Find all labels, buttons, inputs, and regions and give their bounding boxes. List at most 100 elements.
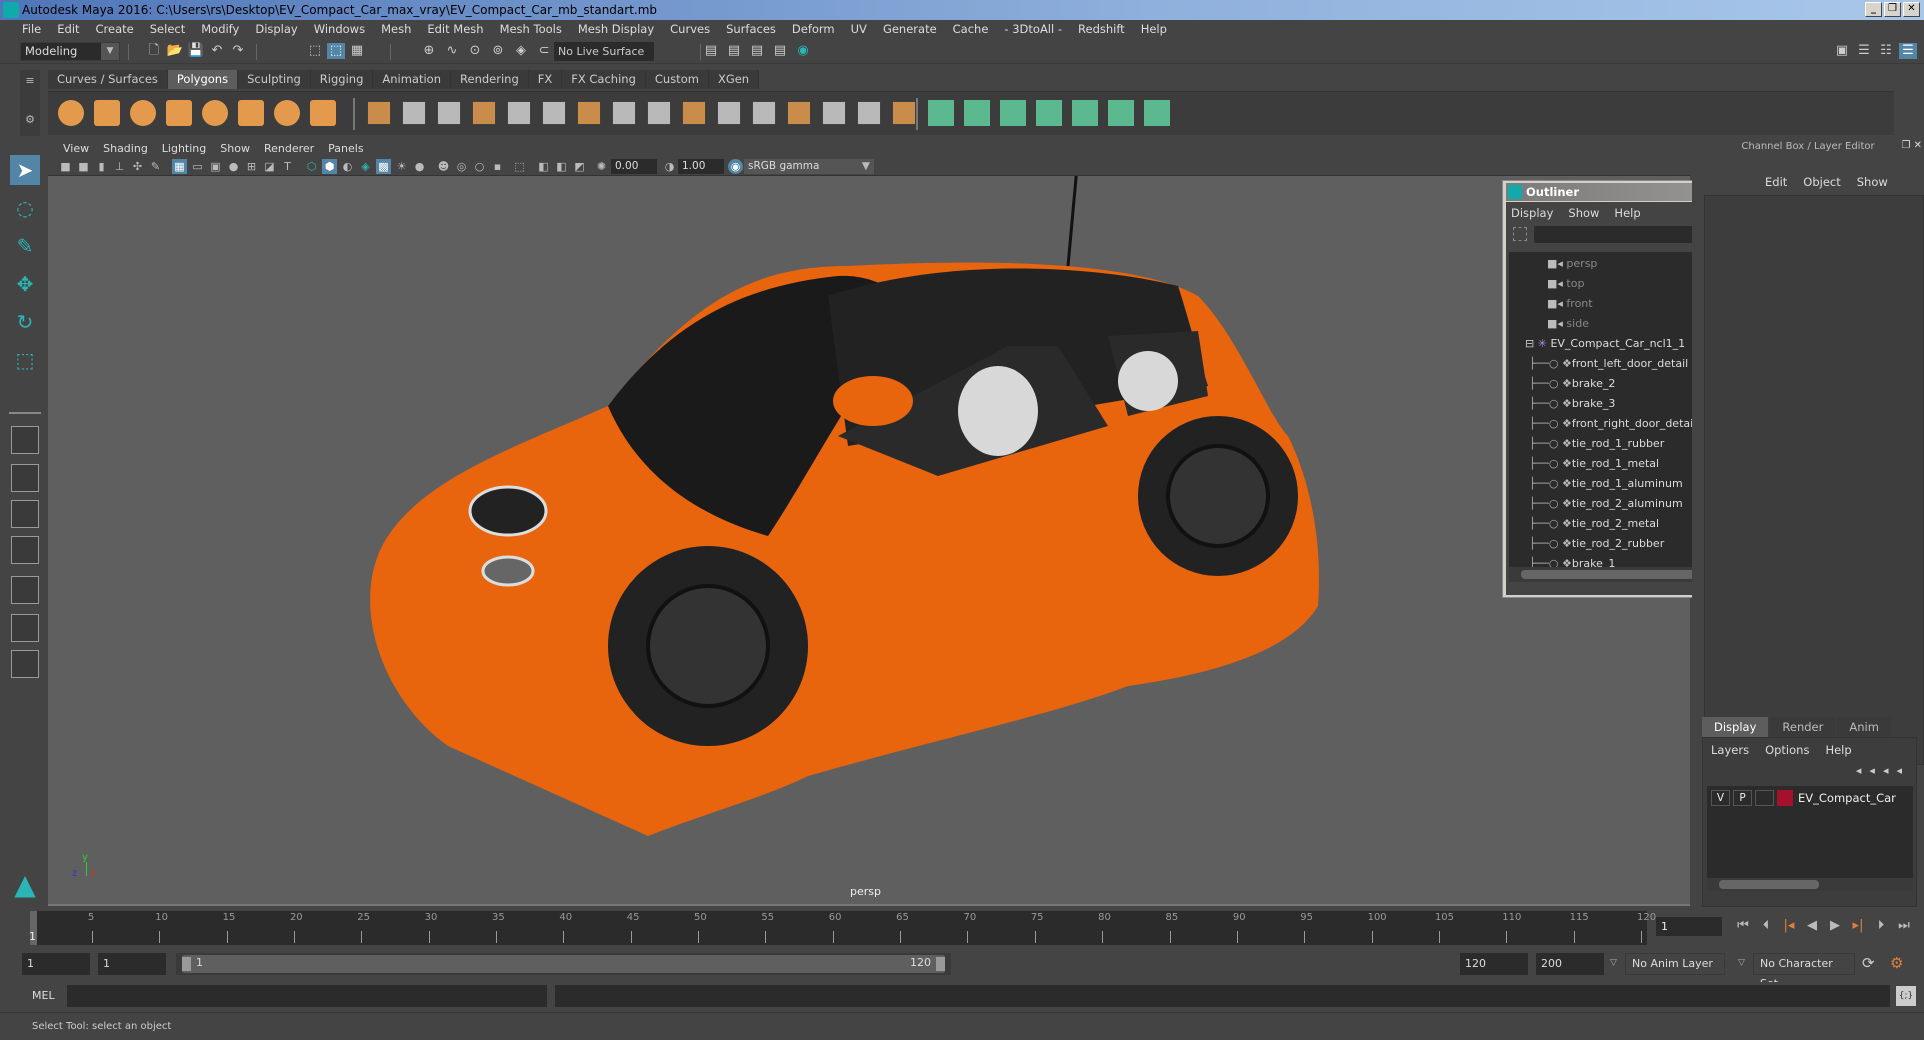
scale-tool-icon[interactable]: ⬚ bbox=[10, 345, 40, 375]
layer-menu-options[interactable]: Options bbox=[1765, 743, 1825, 757]
view-transform-dropdown[interactable]: sRGB gamma ▼ bbox=[744, 159, 874, 174]
open-scene-icon[interactable]: 📂 bbox=[166, 43, 184, 59]
current-frame-field[interactable]: 1 bbox=[1656, 917, 1722, 936]
script-editor-icon[interactable]: {;} bbox=[1896, 986, 1916, 1006]
snap-view-icon[interactable]: ⊚ bbox=[489, 43, 507, 59]
float-close-icons[interactable]: ❐ ✕ bbox=[1901, 140, 1922, 151]
menu-edit[interactable]: Edit bbox=[49, 20, 87, 38]
gate-mask-icon[interactable]: ● bbox=[226, 159, 241, 174]
camera-attributes-icon[interactable]: ■ bbox=[76, 159, 91, 174]
poly-cone-icon[interactable] bbox=[166, 100, 192, 126]
time-slider-track[interactable]: 1 5 10 15 20 25 30 35 40 45 50 55 60 65 70 75 80 85 90 95 1… bbox=[29, 911, 1656, 945]
automatic-mapping-icon[interactable] bbox=[1036, 100, 1062, 126]
shelf-options[interactable]: ≡ ⚙ bbox=[20, 70, 40, 136]
poly-cube-icon[interactable] bbox=[94, 100, 120, 126]
animation-preferences-icon[interactable]: ⚙ bbox=[1890, 954, 1903, 972]
new-scene-icon[interactable]: 🗋 bbox=[145, 43, 163, 59]
snap-curve-icon[interactable]: ∿ bbox=[443, 43, 461, 59]
shelf-menu-icon[interactable]: ≡ bbox=[20, 74, 40, 87]
bevel-icon[interactable] bbox=[507, 101, 531, 125]
panel-menu-panels[interactable]: Panels bbox=[321, 142, 370, 155]
range-end-handle[interactable] bbox=[936, 957, 945, 971]
range-slider-handle-bar[interactable]: 1 120 bbox=[182, 955, 945, 973]
go-to-end-button[interactable]: ⏭ bbox=[1895, 917, 1913, 935]
outliner-item[interactable]: ■◂ front bbox=[1547, 294, 1593, 314]
menu-deform[interactable]: Deform bbox=[784, 20, 843, 38]
2d-pan-zoom-icon[interactable]: ✣ bbox=[130, 159, 145, 174]
snap-grid-icon[interactable]: ⊕ bbox=[420, 43, 438, 59]
menu-uv[interactable]: UV bbox=[843, 20, 875, 38]
playback-end-field[interactable]: 120 bbox=[1460, 953, 1528, 975]
xray-icon[interactable]: ◈ bbox=[358, 159, 373, 174]
safe-title-icon[interactable]: T bbox=[280, 159, 295, 174]
shelf-tab-fx-caching[interactable]: FX Caching bbox=[562, 70, 646, 89]
layer-menu-layers[interactable]: Layers bbox=[1711, 743, 1765, 757]
backface-culling-icon[interactable]: ◩ bbox=[572, 159, 587, 174]
shelf-tab-rigging[interactable]: Rigging bbox=[310, 70, 374, 89]
extrude-icon[interactable] bbox=[542, 101, 566, 125]
live-magnet-icon[interactable]: ⊂ bbox=[535, 43, 553, 59]
layer-display-type-toggle[interactable] bbox=[1755, 790, 1774, 806]
menu-3dtoall[interactable]: - 3DtoAll - bbox=[996, 20, 1070, 38]
outliner-item[interactable]: ├──○ ❖tie_rod_1_rubber bbox=[1529, 434, 1664, 454]
outliner-item[interactable]: ├──○ ❖brake_2 bbox=[1529, 374, 1615, 394]
outliner-item[interactable]: ├──○ ❖front_left_door_detail bbox=[1529, 354, 1688, 374]
menu-file[interactable]: File bbox=[14, 20, 49, 38]
channel-box-menu-edit[interactable]: Edit bbox=[1757, 175, 1795, 193]
menu-mesh-display[interactable]: Mesh Display bbox=[570, 20, 662, 38]
motion-blur-icon[interactable]: ◎ bbox=[454, 159, 469, 174]
range-slider-bar[interactable]: 1 120 bbox=[176, 953, 951, 975]
menu-edit-mesh[interactable]: Edit Mesh bbox=[419, 20, 491, 38]
depth-of-field-icon[interactable]: ▪ bbox=[490, 159, 505, 174]
exposure-icon[interactable]: ✺ bbox=[594, 159, 609, 174]
extract-icon[interactable] bbox=[682, 101, 706, 125]
smooth-shade-icon[interactable]: ⬢ bbox=[322, 159, 337, 174]
layer-visibility-toggle[interactable]: V bbox=[1711, 790, 1730, 806]
mel-label[interactable]: MEL bbox=[32, 989, 55, 1002]
xray-active-icon[interactable]: ◧ bbox=[554, 159, 569, 174]
persp-outliner-layout-icon[interactable] bbox=[11, 500, 39, 528]
channel-box-menu-show[interactable]: Show bbox=[1849, 175, 1896, 193]
gamma-icon[interactable]: ◑ bbox=[662, 159, 677, 174]
character-set-dropdown[interactable]: No Character Set bbox=[1753, 953, 1855, 990]
shelf-tab-sculpting[interactable]: Sculpting bbox=[238, 70, 311, 89]
shelf-tab-xgen[interactable]: XGen bbox=[708, 70, 760, 89]
chevron-down-icon[interactable]: ▽ bbox=[1610, 958, 1617, 968]
menu-help[interactable]: Help bbox=[1133, 20, 1175, 38]
modeling-toolkit-icon[interactable]: ▣ bbox=[1833, 43, 1851, 59]
range-start-handle[interactable] bbox=[182, 957, 191, 971]
outliner-item[interactable]: ├──○ ❖tie_rod_2_rubber bbox=[1529, 534, 1664, 554]
planar-mapping-icon[interactable] bbox=[928, 100, 954, 126]
layer-action-icons[interactable]: ◂◂◂◂ bbox=[1856, 764, 1910, 777]
panel-menu-show[interactable]: Show bbox=[213, 142, 257, 155]
append-icon[interactable] bbox=[892, 101, 916, 125]
tool-settings-icon[interactable]: ☷ bbox=[1877, 43, 1895, 59]
restore-button[interactable]: ❐ bbox=[1884, 2, 1901, 17]
layer-tab-anim[interactable]: Anim bbox=[1837, 717, 1891, 737]
outliner-item[interactable]: ├──○ ❖front_right_door_detail bbox=[1529, 414, 1696, 434]
layer-color-swatch[interactable] bbox=[1777, 790, 1793, 806]
layer-name[interactable]: EV_Compact_Car bbox=[1798, 791, 1896, 805]
menu-cache[interactable]: Cache bbox=[945, 20, 997, 38]
select-tool-icon[interactable]: ➤ bbox=[10, 155, 40, 185]
camera-icon[interactable]: ■ bbox=[58, 159, 73, 174]
mirror-icon[interactable] bbox=[437, 101, 461, 125]
select-hierarchy-icon[interactable]: ⬚ bbox=[306, 43, 324, 59]
panel-menu-renderer[interactable]: Renderer bbox=[257, 142, 321, 155]
paint-select-tool-icon[interactable]: ✎ bbox=[10, 231, 40, 261]
poly-cylinder-icon[interactable] bbox=[130, 100, 156, 126]
panel-menu-lighting[interactable]: Lighting bbox=[155, 142, 213, 155]
fill-hole-icon[interactable] bbox=[857, 101, 881, 125]
layer-playback-toggle[interactable]: P bbox=[1733, 790, 1752, 806]
textured-icon[interactable]: ▩ bbox=[376, 159, 391, 174]
step-back-key-button[interactable]: |◂ bbox=[1780, 917, 1798, 935]
attribute-editor-icon[interactable]: ☰ bbox=[1855, 43, 1873, 59]
auto-key-icon[interactable]: ⟳ bbox=[1862, 954, 1875, 972]
hypershade-layout-icon[interactable] bbox=[11, 576, 39, 604]
outliner-item[interactable]: ├──○ ❖brake_1 bbox=[1529, 554, 1615, 567]
spherical-mapping-icon[interactable] bbox=[1000, 100, 1026, 126]
screen-space-ao-icon[interactable]: ☻ bbox=[436, 159, 451, 174]
target-weld-icon[interactable] bbox=[752, 101, 776, 125]
outliner-item[interactable]: ├──○ ❖tie_rod_1_aluminum bbox=[1529, 474, 1683, 494]
connect-icon[interactable] bbox=[787, 101, 811, 125]
